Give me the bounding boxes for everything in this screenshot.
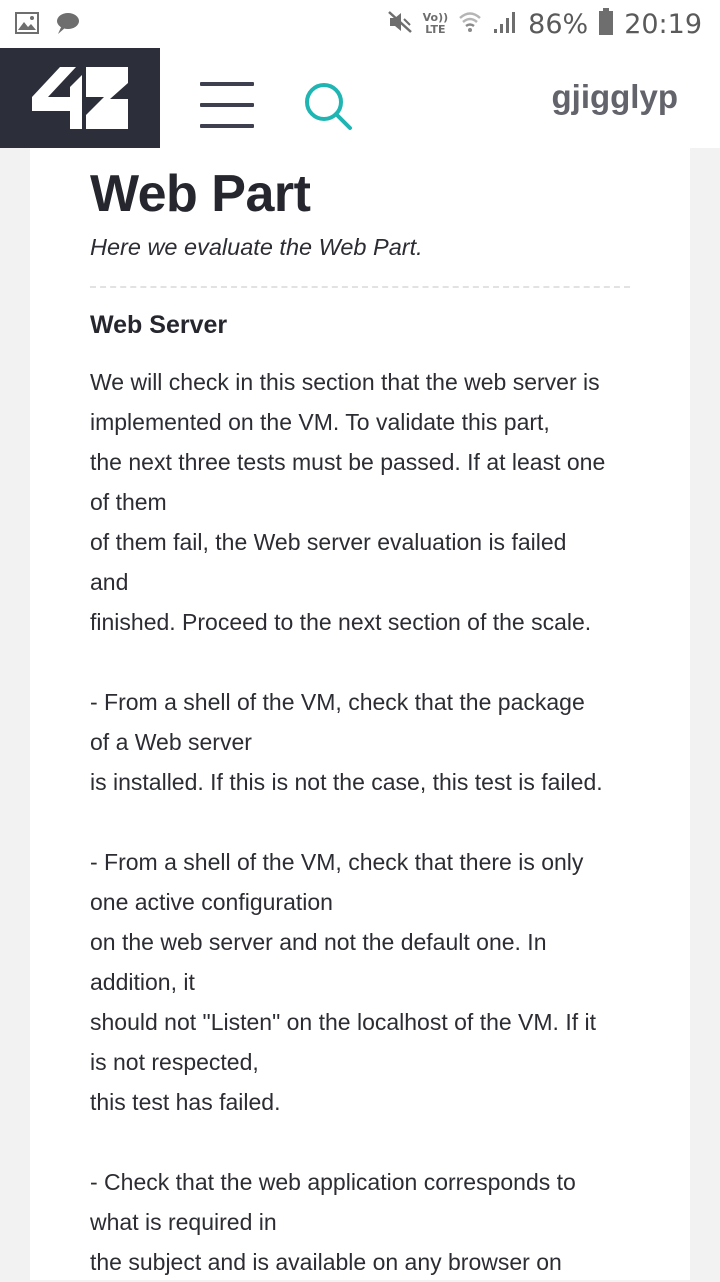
search-icon[interactable] [302,80,356,134]
wifi-icon [458,9,482,39]
section-body: We will check in this section that the w… [90,369,606,1275]
battery-icon [598,8,614,40]
battery-percent: 86% [528,8,589,40]
page-subtitle: Here we evaluate the Web Part. [90,234,423,260]
top-navigation: gjigglyp [0,48,720,148]
status-bar: Vo)) LTE 86% 20:19 [0,0,720,48]
logo-42-mark [32,67,128,129]
system-status: Vo)) LTE 86% 20:19 [387,6,702,42]
mute-icon [387,9,413,39]
main-content: Web Part Here we evaluate the Web Part. … [90,162,630,1282]
hamburger-menu-icon[interactable] [200,82,254,128]
image-icon [14,10,40,41]
username-link[interactable]: gjigglyp [552,78,679,116]
content-card: Web Part Here we evaluate the Web Part. … [30,148,690,1280]
page-title: Web Part [90,165,311,223]
notification-icons [14,10,80,41]
section-title: Web Server [90,311,228,339]
clock: 20:19 [624,8,702,40]
dashed-divider [90,286,630,288]
signal-icon [492,9,518,39]
message-icon [54,10,80,41]
volte-indicator: Vo)) LTE [422,11,449,36]
logo[interactable] [0,48,160,148]
